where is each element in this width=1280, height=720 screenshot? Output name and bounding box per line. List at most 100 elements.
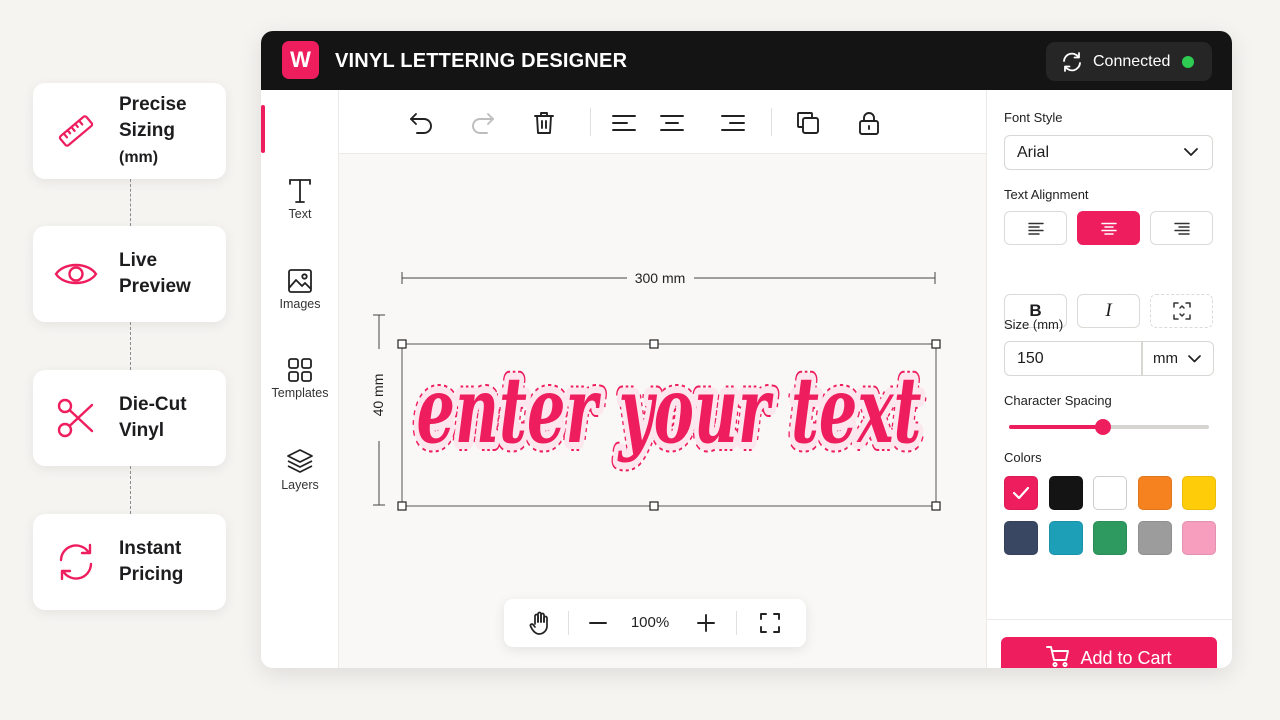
align-right-button[interactable] xyxy=(1150,211,1213,245)
layers-icon xyxy=(261,447,339,475)
image-icon xyxy=(261,268,339,294)
feature-card-precise-sizing: Precise Sizing (mm) xyxy=(33,83,226,179)
duplicate-icon[interactable] xyxy=(794,109,822,137)
toolbar-divider xyxy=(771,108,772,136)
align-left-icon[interactable] xyxy=(610,109,638,137)
refresh-icon xyxy=(33,541,119,583)
color-swatch[interactable] xyxy=(1182,521,1216,555)
unit-select[interactable]: mm xyxy=(1142,341,1214,376)
rail-item-label: Images xyxy=(279,297,321,311)
slider-fill xyxy=(1009,425,1103,429)
hand-tool-icon[interactable] xyxy=(526,609,554,637)
redo-icon[interactable] xyxy=(469,109,497,137)
scissors-icon xyxy=(33,397,119,439)
color-swatch[interactable] xyxy=(1048,521,1083,555)
fit-frame-icon xyxy=(1172,302,1191,320)
color-swatch[interactable] xyxy=(1004,521,1038,555)
design-canvas[interactable]: 300 mm 40 mm enter your text enter your … xyxy=(339,154,986,668)
sync-icon xyxy=(1061,51,1083,73)
zoom-divider xyxy=(568,611,569,635)
rail-item-label: Text xyxy=(288,207,312,221)
rail-active-indicator xyxy=(261,105,265,153)
zoom-level: 100% xyxy=(630,614,670,631)
zoom-out-icon[interactable] xyxy=(584,609,612,637)
feature-card-instant-pricing: Instant Pricing xyxy=(33,514,226,610)
color-swatch[interactable] xyxy=(1048,476,1083,510)
font-value: Arial xyxy=(1017,143,1050,161)
zoom-divider xyxy=(736,611,737,635)
unit-value: mm xyxy=(1153,350,1178,367)
properties-panel: Font Style Arial Text Alignment B I Size… xyxy=(986,90,1232,668)
add-to-cart-button[interactable]: Add to Cart xyxy=(1001,637,1217,668)
feature-label: Precise Sizing (mm) xyxy=(119,93,187,166)
alignment-label: Text Alignment xyxy=(1004,187,1089,202)
ruler-icon xyxy=(33,111,119,151)
color-swatch[interactable] xyxy=(1182,476,1216,510)
status-dot xyxy=(1182,55,1195,68)
rail-item-label: Templates xyxy=(271,386,329,400)
app-title: VINYL LETTERING DESIGNER xyxy=(335,50,628,72)
rail-item-text[interactable]: Text xyxy=(261,178,339,221)
text-icon xyxy=(261,178,339,204)
design-text[interactable]: enter your text xyxy=(417,356,922,464)
font-style-label: Font Style xyxy=(1004,110,1063,125)
zoom-bar: 100% xyxy=(504,599,806,647)
feature-label: Live Preview xyxy=(119,250,191,297)
chevron-down-icon xyxy=(1188,350,1201,367)
zoom-in-icon[interactable] xyxy=(692,609,720,637)
title-bar: W VINYL LETTERING DESIGNER Connected xyxy=(261,31,1232,90)
fullscreen-icon[interactable] xyxy=(756,609,784,637)
font-select[interactable]: Arial xyxy=(1004,135,1213,170)
align-center-icon xyxy=(1100,222,1117,235)
rail-item-images[interactable]: Images xyxy=(261,268,339,311)
undo-icon[interactable] xyxy=(407,109,435,137)
chevron-down-icon xyxy=(1184,144,1198,162)
height-label: 40 mm xyxy=(370,374,386,417)
connection-status[interactable]: Connected xyxy=(1046,42,1212,81)
feature-label: Die-Cut Vinyl xyxy=(119,394,187,441)
connector-line xyxy=(130,322,131,370)
app-window: W VINYL LETTERING DESIGNER Connected Tex… xyxy=(261,31,1232,668)
grid-icon xyxy=(261,357,339,383)
connector-line xyxy=(130,466,131,514)
rail-item-layers[interactable]: Layers xyxy=(261,447,339,492)
width-label: 300 mm xyxy=(635,270,686,286)
italic-button[interactable]: I xyxy=(1077,294,1140,328)
slider-knob[interactable] xyxy=(1095,419,1111,435)
italic-label: I xyxy=(1105,300,1112,321)
color-swatch[interactable] xyxy=(1004,476,1038,510)
status-label: Connected xyxy=(1093,52,1171,70)
toolbar xyxy=(339,90,986,154)
feature-card-die-cut-vinyl: Die-Cut Vinyl xyxy=(33,370,226,466)
cart-icon xyxy=(1046,645,1070,668)
cart-label: Add to Cart xyxy=(1080,648,1172,668)
lock-icon[interactable] xyxy=(855,109,883,137)
toolbar-divider xyxy=(590,108,591,136)
feature-card-live-preview: Live Preview xyxy=(33,226,226,322)
align-right-icon[interactable] xyxy=(719,109,747,137)
color-swatch[interactable] xyxy=(1137,476,1172,510)
size-input[interactable]: 150 xyxy=(1004,341,1142,376)
colors-label: Colors xyxy=(1004,450,1042,465)
canvas-artwork: 300 mm 40 mm enter your text enter your … xyxy=(370,270,941,511)
size-label: Size (mm) xyxy=(1004,317,1064,332)
align-center-button[interactable] xyxy=(1077,211,1140,245)
eye-icon xyxy=(33,259,119,289)
align-left-icon xyxy=(1027,222,1044,235)
feature-label: Instant Pricing xyxy=(119,538,184,585)
trash-icon[interactable] xyxy=(530,109,558,137)
color-swatch[interactable] xyxy=(1093,476,1127,510)
panel-divider xyxy=(987,619,1232,620)
spacing-slider[interactable] xyxy=(1009,419,1209,435)
app-logo: W xyxy=(282,41,319,79)
align-center-icon[interactable] xyxy=(658,109,686,137)
rail-item-label: Layers xyxy=(281,478,319,492)
color-swatch[interactable] xyxy=(1137,521,1172,555)
align-right-icon xyxy=(1173,222,1190,235)
color-swatch[interactable] xyxy=(1093,521,1127,555)
spacing-label: Character Spacing xyxy=(1004,393,1112,408)
align-left-button[interactable] xyxy=(1004,211,1067,245)
fit-text-button[interactable] xyxy=(1150,294,1213,328)
tool-rail: Text Images Templates Layers xyxy=(261,90,339,668)
rail-item-templates[interactable]: Templates xyxy=(261,357,339,400)
